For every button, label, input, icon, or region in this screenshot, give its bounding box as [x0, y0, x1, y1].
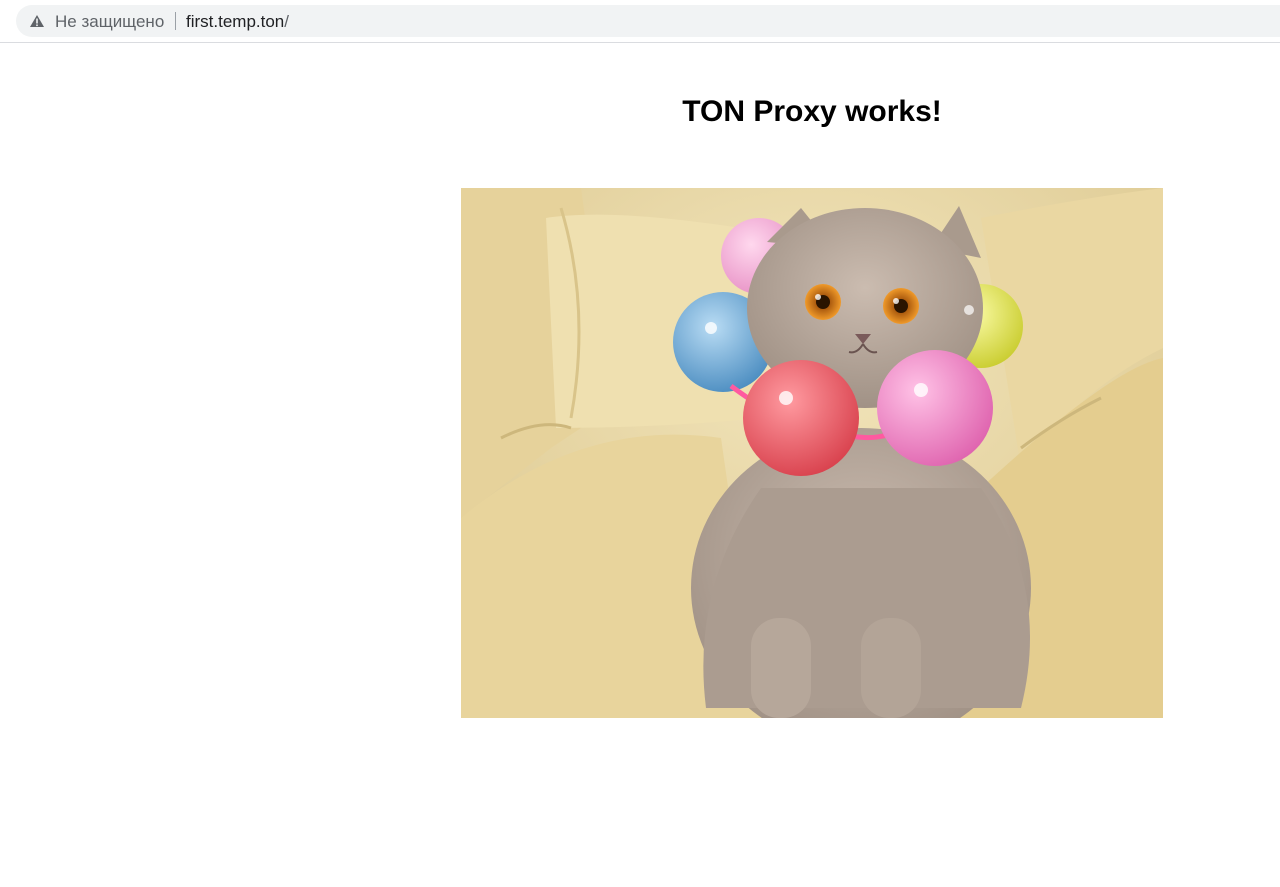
- security-status-label[interactable]: Не защищено: [55, 12, 164, 32]
- warning-icon[interactable]: [29, 14, 45, 28]
- page-content: TON Proxy works!: [0, 43, 1280, 887]
- cat-photo-drawing: [461, 188, 1163, 718]
- browser-toolbar: Не защищено first.temp.ton/: [0, 0, 1280, 43]
- address-bar[interactable]: Не защищено first.temp.ton/: [16, 5, 1280, 37]
- page-title: TON Proxy works!: [682, 95, 942, 128]
- url-path: /: [284, 12, 289, 31]
- url-host: first.temp.ton: [186, 12, 285, 31]
- cat-photo: [461, 188, 1163, 718]
- url-text[interactable]: first.temp.ton/: [186, 12, 289, 32]
- address-divider: [175, 12, 176, 30]
